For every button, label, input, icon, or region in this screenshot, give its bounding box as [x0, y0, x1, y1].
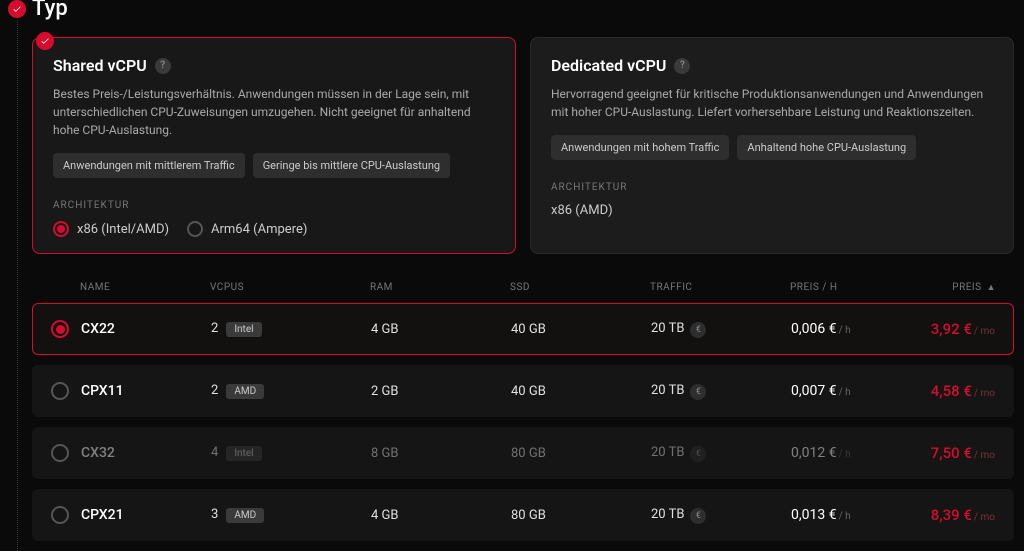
arch-option-x86[interactable]: x86 (Intel/AMD): [53, 221, 169, 237]
table-row[interactable]: CX32 4Intel 8 GB 80 GB 20 TB€ 0,012 €/ h…: [32, 427, 1014, 479]
cpu-badge: Intel: [226, 322, 261, 337]
th-vcpus[interactable]: VCPUS: [210, 282, 370, 293]
cell-price-hour: 0,006 €/ h: [791, 321, 921, 337]
timeline: [8, 0, 32, 551]
cell-ram: 2 GB: [371, 384, 511, 399]
cell-price: 3,92 €/ mo: [921, 320, 995, 338]
cell-name: CPX21: [81, 507, 211, 523]
tag: Geringe bis mittlere CPU-Auslastung: [253, 153, 450, 178]
cell-ssd: 80 GB: [511, 446, 651, 461]
cell-vcpus: 2AMD: [211, 383, 371, 399]
architecture-options: x86 (Intel/AMD) Arm64 (Ampere): [53, 221, 495, 237]
cell-price: 4,58 €/ mo: [921, 382, 995, 400]
radio-icon: [51, 506, 69, 524]
cell-traffic: 20 TB€: [651, 383, 791, 400]
check-icon: [40, 36, 50, 46]
cell-name: CPX11: [81, 383, 211, 399]
cell-price-hour: 0,013 €/ h: [791, 507, 921, 523]
radio-icon: [187, 221, 203, 237]
cell-vcpus: 4Intel: [211, 445, 371, 461]
section-title: Typ: [32, 0, 1014, 21]
architecture-label: ARCHITEKTUR: [53, 200, 495, 211]
arch-option-arm64[interactable]: Arm64 (Ampere): [187, 221, 307, 237]
cell-ram: 4 GB: [371, 322, 511, 337]
cpu-badge: AMD: [226, 508, 264, 523]
table-row[interactable]: CPX11 2AMD 2 GB 40 GB 20 TB€ 0,007 €/ h …: [32, 365, 1014, 417]
card-check-indicator: [36, 32, 54, 50]
card-dedicated-vcpu[interactable]: Dedicated vCPU ? Hervorragend geeignet f…: [530, 37, 1014, 254]
info-icon[interactable]: €: [690, 322, 706, 338]
card-description: Bestes Preis-/Leistungsverhältnis. Anwen…: [53, 85, 495, 139]
card-title: Shared vCPU ?: [53, 56, 495, 75]
tag: Anhaltend hohe CPU-Auslastung: [737, 135, 916, 160]
table-row[interactable]: CX22 2Intel 4 GB 40 GB 20 TB€ 0,006 €/ h…: [32, 303, 1014, 355]
cell-traffic: 20 TB€: [651, 321, 791, 338]
cell-price-hour: 0,012 €/ h: [791, 445, 921, 461]
architecture-label: ARCHITEKTUR: [551, 182, 993, 193]
arch-option-label: x86 (Intel/AMD): [77, 222, 169, 237]
cell-ssd: 40 GB: [511, 322, 651, 337]
cell-vcpus: 2Intel: [211, 321, 371, 337]
cell-ram: 8 GB: [371, 446, 511, 461]
cell-traffic: 20 TB€: [651, 507, 791, 524]
card-tags: Anwendungen mit mittlerem Traffic Gering…: [53, 153, 495, 178]
help-icon[interactable]: ?: [155, 58, 171, 74]
step-indicator: [8, 0, 26, 18]
card-description: Hervorragend geeignet für kritische Prod…: [551, 85, 993, 121]
cpu-badge: Intel: [226, 446, 261, 461]
arch-option-label: Arm64 (Ampere): [211, 222, 307, 237]
cell-name: CX32: [81, 445, 211, 461]
card-title-text: Shared vCPU: [53, 56, 147, 75]
table-body: CX22 2Intel 4 GB 40 GB 20 TB€ 0,006 €/ h…: [32, 303, 1014, 541]
card-shared-vcpu[interactable]: Shared vCPU ? Bestes Preis-/Leistungsver…: [32, 37, 516, 254]
table-row[interactable]: CPX21 3AMD 4 GB 80 GB 20 TB€ 0,013 €/ h …: [32, 489, 1014, 541]
cpu-badge: AMD: [226, 384, 264, 399]
sort-asc-icon: ▲: [987, 282, 996, 293]
th-price-hour[interactable]: PREIS / H: [790, 282, 920, 293]
cell-vcpus: 3AMD: [211, 507, 371, 523]
architecture-text: x86 (AMD): [551, 203, 993, 218]
card-title-text: Dedicated vCPU: [551, 56, 666, 75]
radio-icon: [51, 444, 69, 462]
card-title: Dedicated vCPU ?: [551, 56, 993, 75]
radio-icon: [53, 221, 69, 237]
table-header: NAME VCPUS RAM SSD TRAFFIC PREIS / H PRE…: [32, 272, 1014, 303]
radio-icon: [51, 382, 69, 400]
cell-price-hour: 0,007 €/ h: [791, 383, 921, 399]
th-ram[interactable]: RAM: [370, 282, 510, 293]
info-icon[interactable]: €: [690, 384, 706, 400]
th-traffic[interactable]: TRAFFIC: [650, 282, 790, 293]
info-icon[interactable]: €: [690, 446, 706, 462]
cell-traffic: 20 TB€: [651, 445, 791, 462]
help-icon[interactable]: ?: [674, 58, 690, 74]
th-price-label: PREIS: [952, 282, 981, 293]
radio-icon: [51, 320, 69, 338]
cell-ssd: 40 GB: [511, 384, 651, 399]
cell-price: 8,39 €/ mo: [921, 506, 995, 524]
th-price[interactable]: PREIS ▲: [920, 282, 996, 293]
tag: Anwendungen mit mittlerem Traffic: [53, 153, 245, 178]
th-ssd[interactable]: SSD: [510, 282, 650, 293]
server-table: NAME VCPUS RAM SSD TRAFFIC PREIS / H PRE…: [32, 272, 1014, 541]
cell-price: 7,50 €/ mo: [921, 444, 995, 462]
th-name[interactable]: NAME: [80, 282, 210, 293]
cell-name: CX22: [81, 321, 211, 337]
tag: Anwendungen mit hohem Traffic: [551, 135, 729, 160]
check-icon: [12, 4, 22, 14]
card-tags: Anwendungen mit hohem Traffic Anhaltend …: [551, 135, 993, 160]
type-cards: Shared vCPU ? Bestes Preis-/Leistungsver…: [32, 37, 1014, 254]
